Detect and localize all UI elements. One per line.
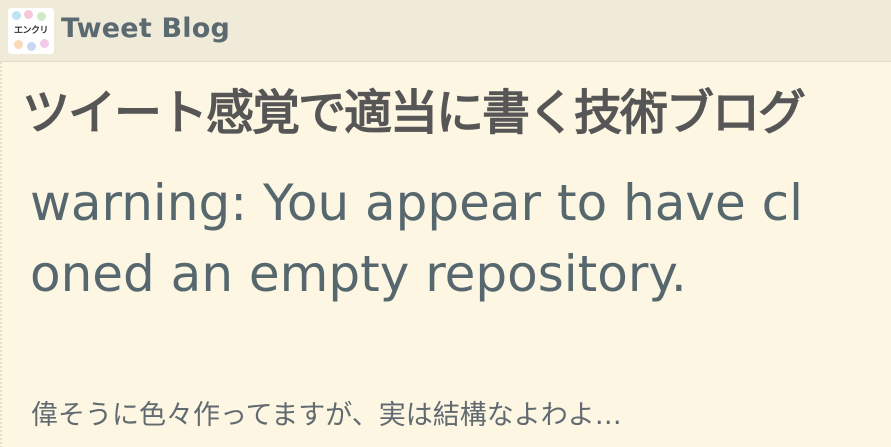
site-title-link[interactable]: Tweet Blog: [61, 13, 230, 44]
logo-dot: [12, 11, 21, 20]
blog-banner-title[interactable]: ツイート感覚で適当に書く技術ブログ: [22, 78, 882, 148]
site-header: エンクリ Tweet Blog: [0, 0, 891, 62]
site-logo[interactable]: エンクリ: [8, 8, 54, 54]
logo-dot: [37, 12, 46, 21]
logo-text: エンクリ: [13, 26, 49, 36]
post-excerpt: 偉そうに色々作ってますが、実は結構なよわよ…: [31, 400, 622, 431]
logo-dot: [27, 42, 36, 51]
left-border-decoration: [0, 62, 2, 447]
post-title[interactable]: warning: You appear to have cloned an em…: [30, 168, 820, 310]
logo-dot: [40, 39, 49, 48]
logo-dot: [14, 40, 23, 49]
logo-dot: [24, 10, 33, 19]
